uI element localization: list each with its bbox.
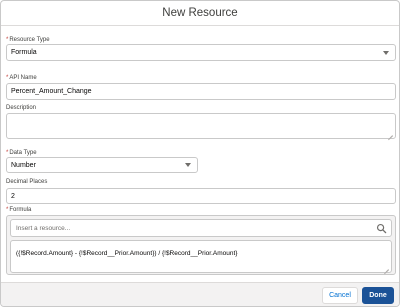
required-marker: * — [6, 207, 9, 213]
resize-handle-icon[interactable] — [384, 265, 389, 270]
data-type-value: Number — [11, 161, 36, 169]
resource-type-select[interactable]: Formula — [6, 44, 396, 61]
search-icon[interactable] — [376, 223, 387, 234]
modal-footer: Cancel Done — [1, 282, 399, 306]
modal-header: New Resource — [1, 1, 399, 26]
required-marker: * — [6, 75, 9, 81]
resource-type-value: Formula — [11, 49, 37, 56]
decimal-places-input[interactable]: 2 — [6, 188, 396, 204]
new-resource-modal: New Resource *Resource Type Formula *API… — [0, 0, 400, 307]
done-button[interactable]: Done — [362, 287, 394, 304]
cancel-button[interactable]: Cancel — [322, 287, 358, 304]
insert-resource-placeholder: Insert a resource... — [16, 224, 71, 232]
chevron-down-icon — [383, 50, 389, 55]
required-marker: * — [6, 37, 9, 43]
description-label: Description — [6, 105, 37, 111]
chevron-down-icon — [185, 163, 191, 167]
api-name-value: Percent_Amount_Change — [11, 88, 92, 95]
modal-title: New Resource — [162, 7, 238, 19]
formula-builder: Insert a resource... ({!$Record.Amount} … — [6, 215, 396, 275]
decimal-places-value: 2 — [11, 192, 15, 200]
decimal-places-label: Decimal Places — [6, 179, 48, 185]
api-name-input[interactable]: Percent_Amount_Change — [6, 83, 396, 100]
data-type-select[interactable]: Number — [6, 157, 198, 173]
formula-textarea[interactable]: ({!$Record.Amount} - {!$Record__Prior.Am… — [10, 240, 392, 273]
required-marker: * — [6, 150, 9, 156]
resize-handle-icon[interactable] — [388, 131, 393, 136]
description-textarea[interactable] — [6, 113, 396, 139]
data-type-label: *Data Type — [6, 150, 37, 156]
resource-type-label: *Resource Type — [6, 37, 50, 43]
insert-resource-search[interactable]: Insert a resource... — [10, 219, 392, 237]
formula-value: ({!$Record.Amount} - {!$Record__Prior.Am… — [16, 250, 238, 257]
api-name-label: *API Name — [6, 75, 37, 81]
formula-label: *Formula — [6, 207, 32, 213]
